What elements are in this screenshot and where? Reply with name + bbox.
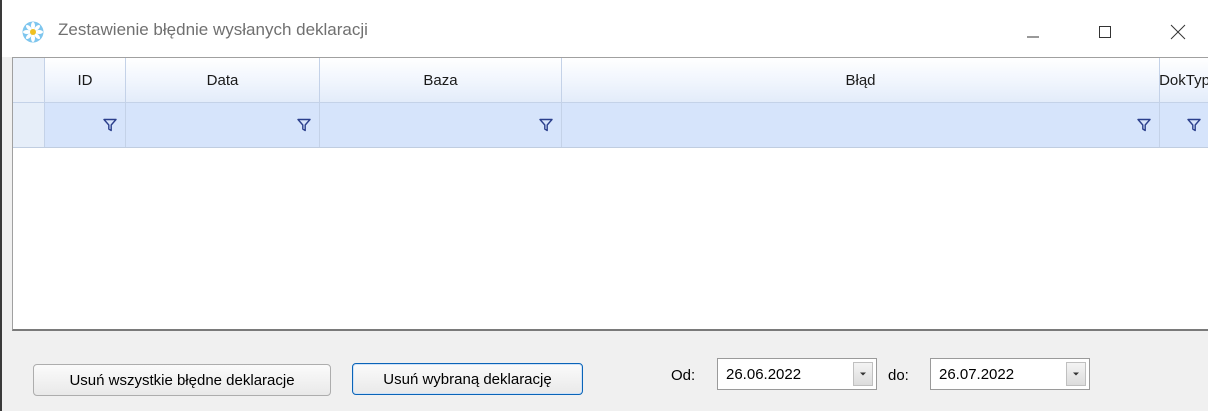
- delete-all-button[interactable]: Usuń wszystkie błędne deklaracje: [33, 364, 331, 396]
- declarations-grid[interactable]: ID Data Baza Błąd DokTyp: [12, 57, 1208, 331]
- app-flower-icon: [22, 21, 44, 43]
- filter-cell-doktyp[interactable]: [1160, 103, 1208, 147]
- grid-filter-row: [13, 103, 1208, 148]
- window-title: Zestawienie błędnie wysłanych deklaracji: [58, 20, 368, 39]
- filter-funnel-icon[interactable]: [1187, 118, 1201, 132]
- filter-funnel-icon[interactable]: [103, 118, 117, 132]
- column-header-blad[interactable]: Błąd: [562, 58, 1160, 103]
- filter-funnel-icon[interactable]: [1137, 118, 1151, 132]
- filter-cell-blad[interactable]: [562, 103, 1160, 147]
- grid-header-row: ID Data Baza Błąd DokTyp: [13, 58, 1208, 103]
- close-icon: [1170, 24, 1186, 40]
- delete-selected-button[interactable]: Usuń wybraną deklarację: [352, 363, 583, 395]
- filter-row-selector: [13, 103, 45, 147]
- minimize-icon: [1027, 36, 1039, 38]
- date-from-label: Od:: [671, 367, 696, 384]
- column-header-data[interactable]: Data: [126, 58, 320, 103]
- maximize-icon: [1099, 26, 1111, 38]
- filter-funnel-icon[interactable]: [539, 118, 553, 132]
- date-to-picker[interactable]: 26.07.2022: [930, 358, 1090, 390]
- date-from-value[interactable]: 26.06.2022: [726, 366, 801, 383]
- title-bar[interactable]: Zestawienie błędnie wysłanych deklaracji: [2, 0, 1208, 57]
- column-header-doktyp[interactable]: DokTyp: [1159, 58, 1208, 103]
- filter-cell-data[interactable]: [126, 103, 320, 147]
- filter-funnel-icon[interactable]: [297, 118, 311, 132]
- date-to-value[interactable]: 26.07.2022: [939, 366, 1014, 383]
- filter-cell-baza[interactable]: [320, 103, 562, 147]
- date-to-dropdown-button[interactable]: [1066, 362, 1086, 386]
- minimize-button[interactable]: [1010, 14, 1056, 50]
- main-window: Zestawienie błędnie wysłanych deklaracji…: [0, 0, 1208, 411]
- chevron-down-icon: [1073, 372, 1079, 376]
- filter-cell-id[interactable]: [45, 103, 126, 147]
- chevron-down-icon: [860, 372, 866, 376]
- column-header-baza[interactable]: Baza: [320, 58, 562, 103]
- date-from-dropdown-button[interactable]: [853, 362, 873, 386]
- maximize-button[interactable]: [1082, 14, 1128, 50]
- column-header-id[interactable]: ID: [45, 58, 126, 103]
- date-from-picker[interactable]: 26.06.2022: [717, 358, 877, 390]
- row-selector-header[interactable]: [13, 58, 45, 103]
- close-button[interactable]: [1155, 14, 1201, 50]
- date-to-label: do:: [888, 367, 909, 384]
